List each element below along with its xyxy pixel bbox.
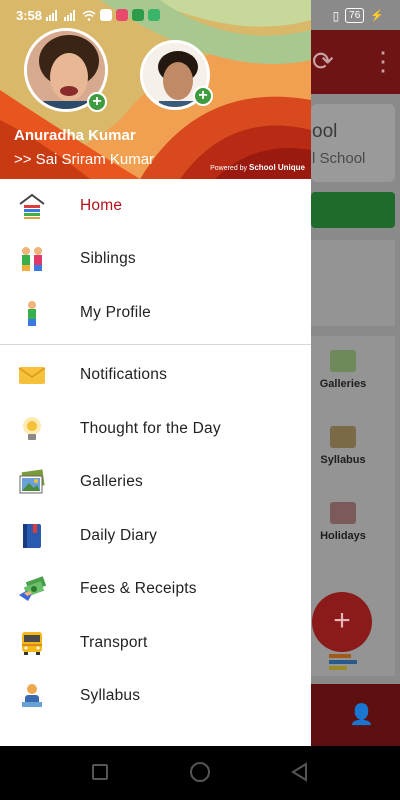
diary-icon	[18, 522, 46, 550]
background-panel	[311, 240, 395, 326]
background-school-subtitle: l School	[312, 150, 366, 167]
background-bottom-bar: 👤	[311, 684, 400, 746]
menu-item-home[interactable]: Home	[0, 179, 311, 233]
menu-item-my-profile[interactable]: My Profile	[0, 286, 311, 340]
navigation-drawer[interactable]: + + Anuradha Kumar >> Sai Sriram Kumar P…	[0, 0, 311, 746]
more-vert-icon: ⋮	[370, 46, 396, 76]
background-bar-chart-icon	[329, 654, 357, 674]
refresh-icon: ⟳	[312, 46, 334, 76]
gallery-icon	[18, 468, 46, 496]
menu-label: My Profile	[80, 303, 151, 321]
menu-item-syllabus[interactable]: Syllabus	[0, 670, 311, 724]
background-grid-syllabus: Syllabus	[311, 426, 375, 466]
powered-by-label: Powered by School Unique	[210, 163, 305, 172]
background-school-title: ool	[312, 121, 338, 142]
status-bar: 3:58 ▯ 76 ⚡	[0, 0, 400, 30]
menu-item-siblings[interactable]: Siblings	[0, 233, 311, 287]
selected-child-name[interactable]: >> Sai Sriram Kumar	[14, 151, 154, 168]
gallery-icon	[330, 350, 356, 372]
background-green-banner	[311, 192, 395, 228]
status-right: ▯ 76 ⚡	[333, 8, 384, 23]
charging-icon: ⚡	[370, 10, 384, 22]
money-icon	[18, 575, 46, 603]
background-grid-label: Galleries	[319, 378, 367, 390]
vibrate-icon: ▯	[332, 8, 340, 23]
menu-item-daily-diary[interactable]: Daily Diary	[0, 509, 311, 563]
background-grid-galleries: Galleries	[311, 350, 375, 390]
powered-by-brand: School Unique	[249, 163, 305, 172]
status-icons	[46, 9, 160, 21]
recents-button[interactable]	[92, 764, 108, 780]
menu-label: Thought for the Day	[80, 419, 221, 437]
help-user-icon: 👤	[349, 704, 374, 726]
menu-label: Syllabus	[80, 687, 141, 705]
menu-label: Daily Diary	[80, 526, 158, 544]
drawer-menu: Home Siblings My Profile Notifications T…	[0, 179, 311, 723]
menu-item-galleries[interactable]: Galleries	[0, 456, 311, 510]
system-navigation-bar	[0, 746, 400, 800]
add-child-photo-button[interactable]: +	[193, 86, 213, 106]
syllabus-icon	[330, 426, 356, 448]
bus-icon	[18, 629, 46, 657]
profile-icon	[18, 299, 46, 327]
menu-label: Transport	[80, 633, 148, 651]
chat-app-icon	[100, 9, 112, 21]
powered-by-prefix: Powered by	[210, 165, 248, 172]
menu-label: Siblings	[80, 250, 136, 268]
battery-indicator: 76	[345, 8, 365, 23]
background-fab: +	[312, 592, 372, 652]
menu-divider	[0, 343, 311, 345]
siblings-icon	[18, 245, 46, 273]
menu-item-fees-receipts[interactable]: Fees & Receipts	[0, 563, 311, 617]
menu-label: Notifications	[80, 366, 168, 384]
menu-label: Home	[80, 196, 123, 214]
menu-label: Fees & Receipts	[80, 580, 197, 598]
background-grid-label: Syllabus	[320, 454, 366, 466]
signal-icon	[64, 9, 75, 21]
message-icon	[148, 9, 160, 21]
home-icon	[18, 192, 46, 220]
app-notification-icon	[116, 9, 128, 21]
home-button[interactable]	[190, 762, 210, 782]
menu-item-transport[interactable]: Transport	[0, 616, 311, 670]
back-button[interactable]	[290, 762, 308, 787]
app-notification-icon	[132, 9, 144, 21]
back-triangle-icon	[291, 762, 307, 782]
background-grid-label: Holidays	[320, 530, 366, 542]
lightbulb-icon	[18, 415, 46, 443]
add-parent-photo-button[interactable]: +	[87, 92, 107, 112]
background-school-card	[311, 104, 395, 182]
user-name: Anuradha Kumar	[14, 127, 136, 144]
calendar-icon	[330, 502, 356, 524]
background-grid-holidays: Holidays	[311, 502, 375, 542]
menu-label: Galleries	[80, 473, 143, 491]
syllabus-icon	[18, 682, 46, 710]
status-time: 3:58	[16, 8, 43, 23]
envelope-icon	[18, 361, 46, 389]
menu-item-thought-for-the-day[interactable]: Thought for the Day	[0, 402, 311, 456]
wifi-icon	[82, 10, 96, 21]
menu-item-notifications[interactable]: Notifications	[0, 349, 311, 403]
signal-icon	[46, 9, 57, 21]
